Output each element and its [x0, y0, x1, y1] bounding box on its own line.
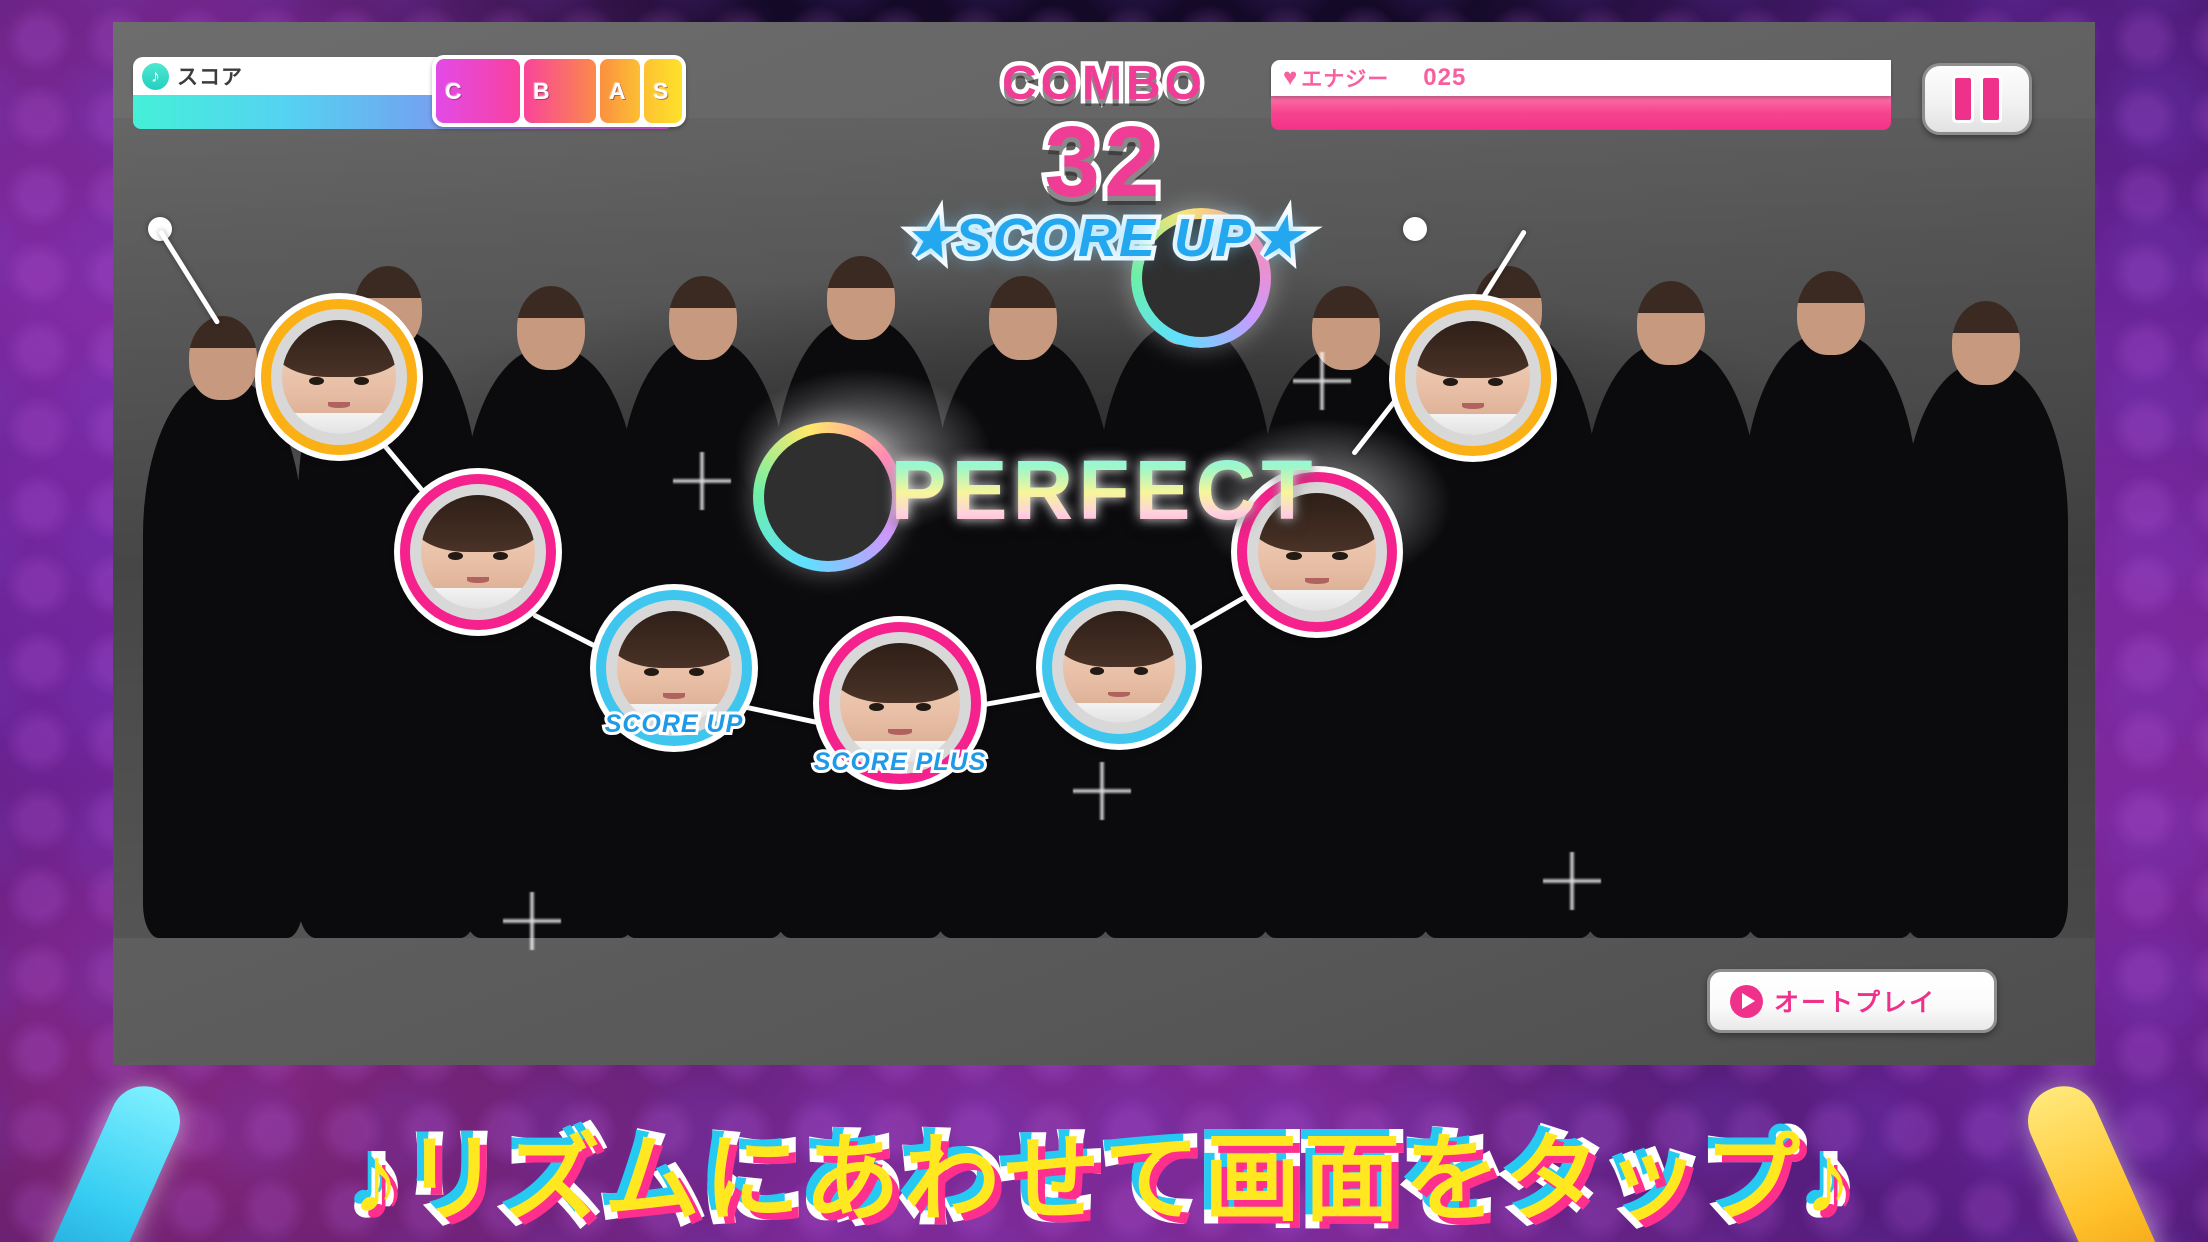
- rank-meter: C B A S: [432, 55, 686, 127]
- heart-icon: ♥: [1283, 64, 1298, 91]
- rank-segment-a: A: [600, 59, 640, 123]
- autoplay-label: オートプレイ: [1774, 989, 1937, 1017]
- energy-panel: ♥ エナジー 025: [1271, 60, 1891, 130]
- note-node-label: SCORE PLUS: [811, 745, 989, 779]
- energy-value: 025: [1423, 64, 1467, 91]
- pause-icon: [1955, 78, 1971, 120]
- energy-header: ♥ エナジー 025: [1271, 60, 1891, 96]
- judgement-text: PERFECT: [113, 442, 2095, 539]
- rank-letter: B: [533, 77, 550, 104]
- note-node[interactable]: [1395, 300, 1551, 456]
- note-node[interactable]: [261, 299, 417, 455]
- rank-letter: S: [653, 77, 669, 104]
- energy-progress-bar: [1271, 96, 1891, 130]
- pause-button[interactable]: [1922, 63, 2032, 135]
- rank-segment-b: B: [524, 59, 596, 123]
- game-screen: SCORE UP SCORE PLUS PERFECT COMBO 32 ★SC…: [0, 0, 2208, 1242]
- score-label: スコア: [177, 66, 243, 89]
- gameplay-field[interactable]: SCORE UP SCORE PLUS PERFECT COMBO 32 ★SC…: [113, 22, 2095, 1065]
- instruction-banner: ♪リズムにあわせて画面をタップ♪: [0, 1064, 2208, 1242]
- rank-letter: C: [445, 77, 462, 104]
- music-note-icon: ♪: [142, 62, 169, 90]
- note-node[interactable]: [1042, 590, 1196, 744]
- energy-progress-fill: [1271, 96, 1891, 130]
- rank-segment-s: S: [644, 59, 682, 123]
- instruction-text: ♪リズムにあわせて画面をタップ♪: [345, 1125, 1859, 1235]
- rank-letter: A: [609, 77, 626, 104]
- score-up-bonus-label: ★SCORE UP★: [900, 204, 1306, 273]
- energy-label: エナジー: [1301, 68, 1390, 91]
- note-node-label: SCORE UP: [602, 707, 746, 741]
- play-icon: [1730, 984, 1763, 1018]
- rank-segment-c: C: [436, 59, 520, 123]
- pause-icon: [1983, 78, 1999, 120]
- autoplay-button[interactable]: オートプレイ: [1707, 969, 1997, 1033]
